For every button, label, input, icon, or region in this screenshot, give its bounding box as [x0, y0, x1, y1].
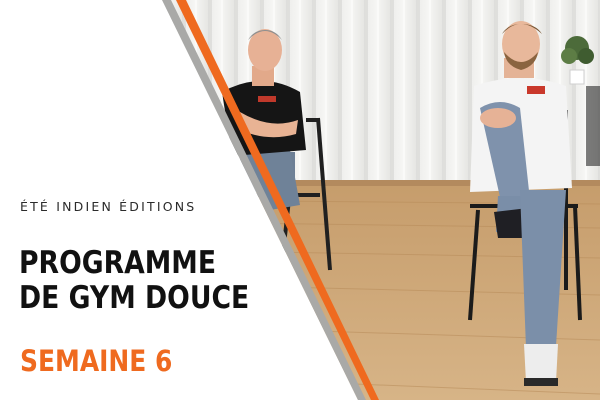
- title-line-2: DE GYM DOUCE: [19, 280, 250, 316]
- program-title: PROGRAMME DE GYM DOUCE: [19, 246, 249, 316]
- title-line-1: PROGRAMME: [19, 245, 217, 281]
- publisher-label: ÉTÉ INDIEN ÉDITIONS: [20, 199, 197, 214]
- week-label: SEMAINE 6: [20, 344, 173, 378]
